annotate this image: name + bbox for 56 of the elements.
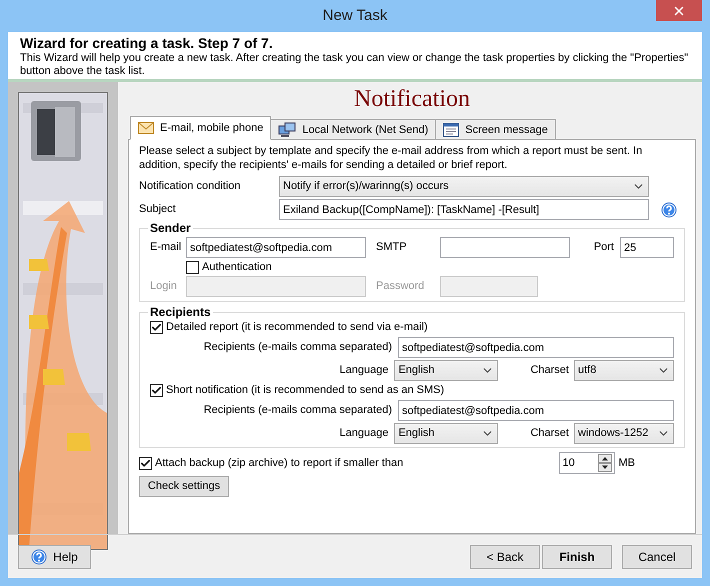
field-label: SMTP xyxy=(376,240,408,256)
unit-label: MB xyxy=(618,456,635,471)
wizard-title: Wizard for creating a task. Step 7 of 7. xyxy=(20,35,274,52)
help-button[interactable]: Help xyxy=(18,544,91,568)
computers-icon xyxy=(278,122,296,138)
checkbox-label: Attach backup (zip archive) to report if smaller than xyxy=(155,456,404,471)
envelope-icon xyxy=(138,122,154,134)
field-label: Password xyxy=(376,279,426,294)
checkbox[interactable] xyxy=(150,384,163,396)
help-icon xyxy=(661,202,677,218)
field-label: Language xyxy=(340,363,388,378)
cancel-button[interactable]: Cancel xyxy=(622,544,692,568)
tab[interactable]: E-mail, mobile phone xyxy=(130,116,272,140)
field-label: E-mail xyxy=(150,240,182,256)
smtp-field[interactable] xyxy=(440,237,570,258)
checkbox[interactable] xyxy=(150,320,163,334)
subject-field[interactable]: Exiland Backup([CompName]): [TaskName] -[Result] xyxy=(279,199,649,220)
window-icon xyxy=(443,123,460,137)
field-label: Notification condition xyxy=(139,179,242,194)
field-label: Charset xyxy=(530,363,569,378)
check-settings-button[interactable]: Check settings xyxy=(139,476,229,497)
back-button[interactable]: < Back xyxy=(470,544,540,568)
finish-button[interactable]: Finish xyxy=(542,544,612,568)
group-title: Sender xyxy=(148,221,193,235)
tab[interactable]: Screen message xyxy=(435,119,556,140)
email-field[interactable]: softpediatest@softpedia.com xyxy=(186,237,366,258)
select-field[interactable]: Notify if error(s)/warinng(s) occurs xyxy=(279,176,649,197)
window-title: New Task xyxy=(322,6,388,26)
field-label: Subject xyxy=(139,202,177,218)
recipients-field[interactable]: softpediatest@softpedia.com xyxy=(398,337,674,358)
field-label: Login xyxy=(150,279,178,294)
select-field[interactable]: English xyxy=(394,360,498,381)
intro-text: Please select a subject by template and specify the e-mail address from which a report must be sent. In addition, specify the recipients' e-mails for sending a detailed or brief report. xyxy=(139,144,644,172)
wizard-description: This Wizard will help you create a new task. After creating the task you can view or change the task properties by clicking the "Properties" button above the task list. xyxy=(20,52,690,78)
checkbox[interactable] xyxy=(186,260,199,274)
checkbox-label: Authentication xyxy=(202,260,272,275)
checkbox[interactable] xyxy=(139,456,152,470)
group-title: Recipients xyxy=(148,305,213,319)
field-label: Language xyxy=(340,426,388,442)
recipients-field[interactable]: softpediatest@softpedia.com xyxy=(398,400,674,421)
select-field[interactable]: English xyxy=(394,423,498,444)
close-button[interactable] xyxy=(656,0,702,21)
checkbox-label: Detailed report (it is recommended to send via e-mail) xyxy=(166,320,428,335)
spin-arrows-icon xyxy=(598,454,612,472)
field-label: Recipients (e-mails comma separated) xyxy=(204,340,392,356)
size-spinner[interactable]: 10 xyxy=(558,452,614,474)
field-label: Charset xyxy=(530,426,569,442)
field-label: Port xyxy=(594,240,614,256)
select-field[interactable]: utf8 xyxy=(574,360,674,381)
tab[interactable]: Local Network (Net Send) xyxy=(270,119,436,140)
checkbox-label: Short notification (it is recommended to send as an SMS) xyxy=(166,382,444,398)
port-field[interactable]: 25 xyxy=(620,237,674,258)
help-icon xyxy=(31,548,48,564)
select-field[interactable]: windows-1252 xyxy=(574,423,674,444)
field-label: Recipients (e-mails comma separated) xyxy=(204,403,392,418)
page-title: Notification xyxy=(354,85,470,114)
